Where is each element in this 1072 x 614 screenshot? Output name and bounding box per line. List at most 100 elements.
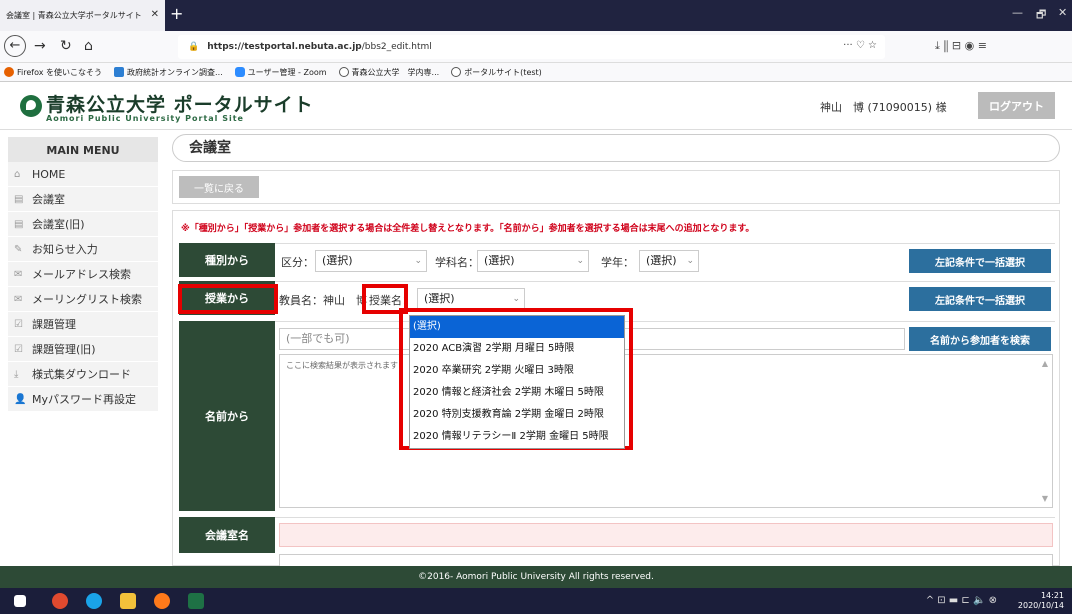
year-select[interactable]: (選択) ⌄	[639, 250, 699, 272]
selection-note: ※「種別から」「授業から」参加者を選択する場合は全件差し替えとなります。「名前か…	[181, 224, 755, 234]
class-select[interactable]: (選択) ⌄	[417, 288, 525, 310]
room-name-input[interactable]	[279, 523, 1053, 547]
dropdown-option[interactable]: 2020 ACB演習 2学期 月曜日 5時限	[410, 338, 624, 360]
browser-nav-bar: ← → ↻ ⌂ 🔒 https://testportal.nebuta.ac.j…	[0, 31, 1072, 63]
class-dropdown-list[interactable]: (選択) 2020 ACB演習 2学期 月曜日 5時限 2020 卒業研究 2学…	[409, 315, 625, 449]
sidebar-item-forms-download[interactable]: ⤓ 様式集ダウンロード	[8, 362, 158, 387]
search-by-name-button[interactable]: 名前から参加者を検索	[909, 327, 1051, 351]
dropdown-option[interactable]: 2020 情報リテラシーⅡ 2学期 金曜日 5時限	[410, 426, 624, 448]
chevron-down-icon: ⌄	[414, 256, 422, 266]
site-header: 青森公立大学 ポータルサイト Aomori Public University …	[0, 82, 1072, 130]
url-bar[interactable]: 🔒 https://testportal.nebuta.ac.jp /bbs2_…	[178, 35, 885, 59]
window-close-icon[interactable]: ✕	[1058, 6, 1067, 19]
bookmark-item[interactable]: 青森公立大学 学内専...	[338, 67, 439, 78]
bookmark-item[interactable]: ポータルサイト(test)	[451, 67, 542, 78]
home-icon[interactable]: ⌂	[84, 38, 93, 54]
highlight-by-class-label	[178, 284, 278, 314]
reload-icon[interactable]: ↻	[60, 38, 72, 54]
scroll-down-icon[interactable]: ▼	[1042, 494, 1048, 503]
firefox-icon[interactable]	[154, 593, 170, 609]
by-name-label: 名前から	[179, 321, 275, 511]
sidebar-item-mailing-list[interactable]: ✉ メーリングリスト検索	[8, 287, 158, 312]
bookmark-item[interactable]: 政府統計オンライン調査...	[114, 67, 223, 78]
globe-icon	[338, 67, 349, 77]
dept-label: 学科名：	[435, 256, 479, 269]
back-to-list-button[interactable]: 一覧に戻る	[179, 176, 259, 198]
site-title: 青森公立大学 ポータルサイト	[46, 94, 314, 116]
bookmark-item[interactable]: Firefox を使いこなそう	[4, 67, 102, 78]
survey-icon	[114, 67, 125, 77]
sidebar-item-notice-input[interactable]: ✎ お知らせ入力	[8, 237, 158, 262]
os-taskbar: ^ ⊡ ▬ ⊏ 🔈 ⊗ 14:21 2020/10/14	[0, 588, 1072, 614]
task-icon: ☑	[14, 318, 23, 330]
bookmark-item[interactable]: ユーザー管理 - Zoom	[234, 67, 327, 78]
main-menu-heading: MAIN MENU	[8, 137, 158, 165]
new-tab-icon[interactable]: +	[170, 4, 183, 23]
clock[interactable]: 14:21 2020/10/14	[1018, 591, 1064, 611]
sidebar: MAIN MENU ⌂ HOME ▤ 会議室 ▤ 会議室(旧) ✎ お知らせ入力 ✉ メー…	[0, 130, 160, 566]
firefox-icon	[4, 67, 14, 77]
by-type-row: 区分： (選択) ⌄ 学科名： (選択) ⌄ 学年： (選択) ⌄ 左記条件で一括選択	[275, 243, 1055, 277]
teacher-name: 教員名：神山 博	[279, 294, 367, 307]
sidebar-item-mail-search[interactable]: ✉ メールアドレス検索	[8, 262, 158, 287]
dropdown-option[interactable]: 2020 情報と経済社会 2学期 木曜日 5時限	[410, 382, 624, 404]
tab-close-icon[interactable]: ✕	[151, 9, 159, 20]
university-logo-icon	[20, 95, 42, 117]
page-actions-icon[interactable]: ··· ♡ ☆	[843, 40, 877, 51]
site-footer: ©2016- Aomori Public University All righ…	[0, 566, 1072, 588]
url-host: https://testportal.nebuta.ac.jp	[207, 42, 362, 52]
browser-tab-bar: 会議室 | 青森公立大学ポータルサイト ✕ + — 🗗 ✕	[0, 0, 1072, 31]
site-subtitle: Aomori Public University Portal Site	[46, 114, 244, 123]
back-arrow-icon[interactable]: ←	[4, 35, 26, 57]
back-panel: 一覧に戻る	[172, 170, 1060, 204]
meeting-icon: ▤	[14, 193, 24, 205]
search-results-box[interactable]: ここに検索結果が表示されます ▲ ▼	[279, 354, 1053, 508]
user-key-icon: 👤	[14, 393, 27, 405]
mailing-list-icon: ✉	[14, 293, 23, 305]
sidebar-item-meeting-old[interactable]: ▤ 会議室(旧)	[8, 212, 158, 237]
lock-icon: 🔒	[188, 42, 200, 52]
excel-icon[interactable]	[188, 593, 204, 609]
restore-icon[interactable]: 🗗	[1036, 6, 1046, 25]
home-icon: ⌂	[14, 168, 21, 180]
sidebar-item-task[interactable]: ☑ 課題管理	[8, 312, 158, 337]
chevron-down-icon: ⌄	[512, 294, 520, 304]
file-explorer-icon[interactable]	[120, 593, 136, 609]
windows-start-icon[interactable]	[14, 595, 26, 607]
page-title: 会議室	[172, 134, 1060, 162]
minimize-icon[interactable]: —	[1012, 6, 1023, 19]
mail-search-icon: ✉	[14, 268, 23, 280]
toolbar-icons[interactable]: ⤓ ⫼ ⊟ ◉ ≡	[935, 39, 987, 53]
zoom-icon	[234, 67, 245, 77]
division-select[interactable]: (選択) ⌄	[315, 250, 427, 272]
system-tray-icons[interactable]: ^ ⊡ ▬ ⊏ 🔈 ⊗	[926, 595, 997, 606]
sidebar-item-task-old[interactable]: ☑ 課題管理(旧)	[8, 337, 158, 362]
edit-icon: ✎	[14, 243, 23, 255]
room-name-row	[275, 517, 1055, 568]
by-name-row: (一部でも可) 名前から参加者を検索 ここに検索結果が表示されます ▲ ▼	[275, 321, 1055, 511]
meeting-old-icon: ▤	[14, 218, 24, 230]
browser-tab[interactable]: 会議室 | 青森公立大学ポータルサイト ✕	[0, 0, 165, 31]
forward-arrow-icon[interactable]: →	[34, 38, 46, 54]
bulk-select-by-type-button[interactable]: 左記条件で一括選択	[909, 249, 1051, 273]
dropdown-option[interactable]: 2020 特別支援教育論 2学期 金曜日 2時限	[410, 404, 624, 426]
by-type-label: 種別から	[179, 243, 275, 277]
scroll-up-icon[interactable]: ▲	[1042, 359, 1048, 368]
dropdown-option[interactable]: 2020 卒業研究 2学期 火曜日 3時限	[410, 360, 624, 382]
edge-icon[interactable]	[86, 593, 102, 609]
url-path: /bbs2_edit.html	[361, 42, 432, 52]
sidebar-item-meeting[interactable]: ▤ 会議室	[8, 187, 158, 212]
sidebar-item-password-reset[interactable]: 👤 Myパスワード再設定	[8, 387, 158, 412]
chevron-down-icon: ⌄	[576, 256, 584, 266]
logout-button[interactable]: ログアウト	[978, 92, 1055, 119]
download-icon: ⤓	[14, 368, 19, 380]
bulk-select-by-class-button[interactable]: 左記条件で一括選択	[909, 287, 1051, 311]
results-placeholder: ここに検索結果が表示されます	[286, 361, 398, 370]
dept-select[interactable]: (選択) ⌄	[477, 250, 589, 272]
dropdown-option[interactable]: (選択)	[410, 316, 624, 338]
globe-icon	[451, 67, 462, 77]
tab-title: 会議室 | 青森公立大学ポータルサイト	[6, 11, 142, 20]
sidebar-item-home[interactable]: ⌂ HOME	[8, 162, 158, 187]
room-name-label: 会議室名	[179, 517, 275, 553]
chrome-icon[interactable]	[52, 593, 68, 609]
